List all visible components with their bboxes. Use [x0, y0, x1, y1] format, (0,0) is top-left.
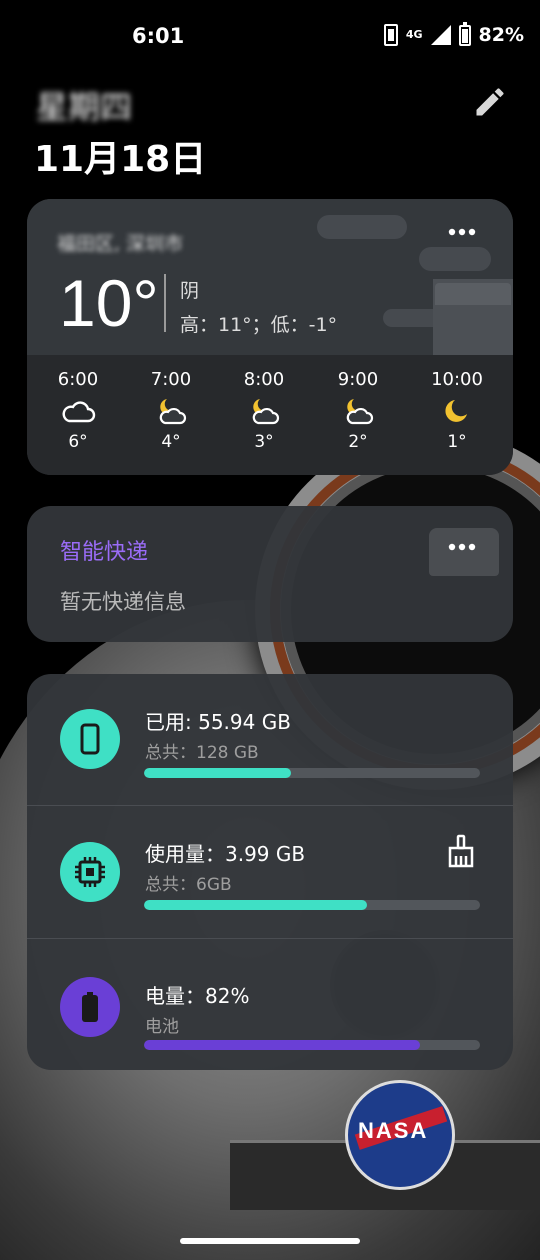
hourly-time: 7:00: [150, 369, 192, 390]
hourly-item: 9:00 2°: [318, 369, 398, 452]
system-status-card[interactable]: 已用: 55.94 GB 总共：128 GB 使用量：3.99 GB 总共：6G…: [27, 674, 513, 1070]
battery-icon-circle: [60, 977, 120, 1037]
current-temperature: 10°: [59, 266, 159, 340]
battery-progress: [144, 1040, 480, 1050]
phone-icon: [80, 723, 100, 755]
moon-icon: [445, 400, 467, 422]
more-options-icon[interactable]: [447, 540, 477, 554]
hourly-item: 8:00 3°: [224, 369, 304, 452]
memory-icon-circle: [60, 842, 120, 902]
more-options-icon[interactable]: [447, 225, 477, 239]
nasa-logo-text: NASA: [358, 1118, 429, 1143]
hourly-time: 6:00: [57, 369, 99, 390]
weekday-label: 星期四: [36, 88, 133, 126]
express-title: 智能快递: [60, 540, 149, 565]
battery-level-icon: [82, 992, 98, 1022]
moon-cloud-icon: [252, 399, 280, 425]
sim-card-icon: [383, 24, 398, 46]
broom-clean-icon[interactable]: [445, 834, 477, 868]
hourly-time: 10:00: [431, 369, 483, 390]
temperature-divider: [164, 274, 166, 332]
storage-progress-fill: [144, 768, 291, 778]
chip-icon: [75, 857, 105, 887]
battery-label: 电池: [145, 1017, 179, 1037]
weather-current: 福田区, 深圳市 10° 阴 高：11°；低：-1°: [27, 199, 513, 355]
express-card[interactable]: 智能快递 暂无快递信息: [27, 506, 513, 642]
memory-progress-fill: [144, 900, 368, 910]
network-type-icon: 4G: [405, 28, 423, 41]
battery-progress-fill: [144, 1040, 420, 1050]
moon-cloud-icon: [346, 399, 374, 425]
hourly-time: 9:00: [337, 369, 379, 390]
hourly-item: 10:00 1°: [417, 369, 497, 452]
hourly-time: 8:00: [243, 369, 285, 390]
hourly-temp: 6°: [68, 432, 88, 452]
decor-cloud: [419, 247, 491, 271]
memory-used: 使用量：3.99 GB: [145, 842, 306, 866]
storage-icon-circle: [60, 709, 120, 769]
decor-house-roof: [435, 283, 511, 305]
high-low-temperature: 高：11°；低：-1°: [180, 314, 338, 336]
weather-location: 福田区, 深圳市: [57, 233, 184, 255]
express-status: 暂无快递信息: [60, 590, 186, 614]
status-bar: 6:01 4G 82%: [0, 0, 540, 74]
hourly-temp: 4°: [161, 432, 181, 452]
hourly-temp: 3°: [254, 432, 274, 452]
memory-total: 总共：6GB: [145, 875, 232, 895]
storage-used: 已用: 55.94 GB: [145, 710, 291, 734]
cloud-icon: [62, 401, 96, 423]
battery-row[interactable]: 电量：82% 电池: [27, 938, 513, 1070]
hourly-item: 6:00 6°: [38, 369, 118, 452]
gesture-nav-handle[interactable]: [180, 1238, 360, 1244]
storage-progress: [144, 768, 480, 778]
signal-icon: [430, 25, 451, 45]
memory-progress: [144, 900, 480, 910]
date-label: 11月18日: [34, 139, 207, 180]
status-indicators: 4G 82%: [383, 21, 524, 46]
decor-cloud: [317, 215, 407, 239]
storage-row[interactable]: 已用: 55.94 GB 总共：128 GB: [27, 674, 513, 806]
weather-card[interactable]: 福田区, 深圳市 10° 阴 高：11°；低：-1° 6:00 6° 7:00 …: [27, 199, 513, 475]
battery-level: 电量：82%: [145, 984, 250, 1008]
battery-icon: [458, 21, 471, 46]
weather-condition: 阴: [180, 280, 200, 302]
storage-total: 总共：128 GB: [145, 743, 259, 763]
status-time: 6:01: [132, 24, 185, 48]
hourly-item: 7:00 4°: [131, 369, 211, 452]
moon-cloud-icon: [159, 399, 187, 425]
battery-percent: 82%: [478, 24, 524, 46]
edit-pencil-icon[interactable]: [472, 84, 508, 120]
hourly-temp: 1°: [447, 432, 467, 452]
memory-row[interactable]: 使用量：3.99 GB 总共：6GB: [27, 806, 513, 938]
hourly-temp: 2°: [348, 432, 368, 452]
